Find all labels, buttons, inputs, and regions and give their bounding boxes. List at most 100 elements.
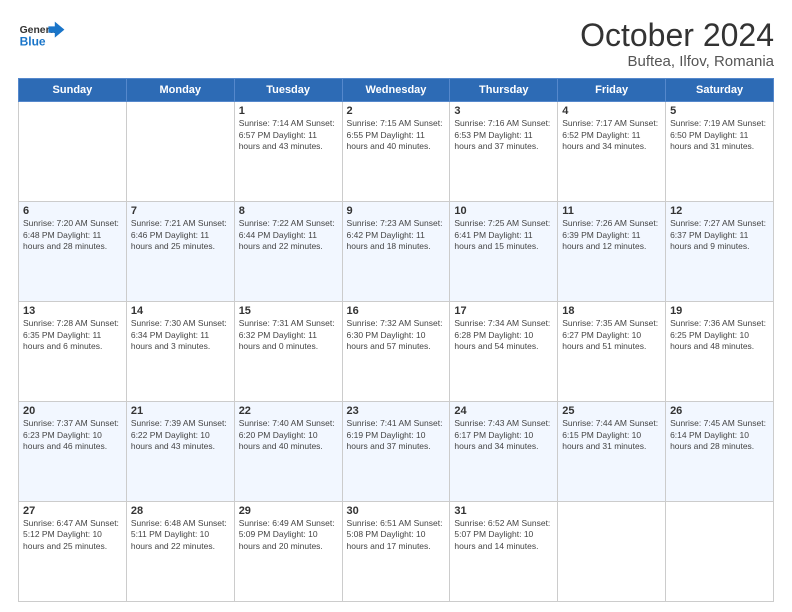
day-info: Sunrise: 7:23 AM Sunset: 6:42 PM Dayligh… [347,218,446,252]
weekday-header-row: Sunday Monday Tuesday Wednesday Thursday… [19,79,774,102]
day-info: Sunrise: 7:25 AM Sunset: 6:41 PM Dayligh… [454,218,553,252]
day-cell: 8Sunrise: 7:22 AM Sunset: 6:44 PM Daylig… [234,202,342,302]
day-number: 9 [347,205,446,217]
day-cell: 28Sunrise: 6:48 AM Sunset: 5:11 PM Dayli… [126,502,234,602]
day-cell: 13Sunrise: 7:28 AM Sunset: 6:35 PM Dayli… [19,302,127,402]
day-cell: 14Sunrise: 7:30 AM Sunset: 6:34 PM Dayli… [126,302,234,402]
day-cell: 2Sunrise: 7:15 AM Sunset: 6:55 PM Daylig… [342,102,450,202]
day-number: 6 [23,205,122,217]
week-row-4: 20Sunrise: 7:37 AM Sunset: 6:23 PM Dayli… [19,402,774,502]
day-cell: 3Sunrise: 7:16 AM Sunset: 6:53 PM Daylig… [450,102,558,202]
day-cell [126,102,234,202]
day-info: Sunrise: 7:26 AM Sunset: 6:39 PM Dayligh… [562,218,661,252]
day-info: Sunrise: 7:44 AM Sunset: 6:15 PM Dayligh… [562,418,661,452]
day-info: Sunrise: 7:34 AM Sunset: 6:28 PM Dayligh… [454,318,553,352]
page: General Blue October 2024 Buftea, Ilfov,… [0,0,792,612]
header-thursday: Thursday [450,79,558,102]
day-number: 24 [454,405,553,417]
day-number: 10 [454,205,553,217]
day-info: Sunrise: 7:36 AM Sunset: 6:25 PM Dayligh… [670,318,769,352]
day-cell: 20Sunrise: 7:37 AM Sunset: 6:23 PM Dayli… [19,402,127,502]
location: Buftea, Ilfov, Romania [580,53,774,70]
header-saturday: Saturday [666,79,774,102]
day-number: 7 [131,205,230,217]
day-info: Sunrise: 7:32 AM Sunset: 6:30 PM Dayligh… [347,318,446,352]
day-cell: 15Sunrise: 7:31 AM Sunset: 6:32 PM Dayli… [234,302,342,402]
day-info: Sunrise: 7:20 AM Sunset: 6:48 PM Dayligh… [23,218,122,252]
day-cell: 10Sunrise: 7:25 AM Sunset: 6:41 PM Dayli… [450,202,558,302]
day-cell: 19Sunrise: 7:36 AM Sunset: 6:25 PM Dayli… [666,302,774,402]
day-info: Sunrise: 7:27 AM Sunset: 6:37 PM Dayligh… [670,218,769,252]
day-cell: 16Sunrise: 7:32 AM Sunset: 6:30 PM Dayli… [342,302,450,402]
day-cell: 31Sunrise: 6:52 AM Sunset: 5:07 PM Dayli… [450,502,558,602]
day-info: Sunrise: 7:17 AM Sunset: 6:52 PM Dayligh… [562,118,661,152]
day-info: Sunrise: 7:39 AM Sunset: 6:22 PM Dayligh… [131,418,230,452]
day-info: Sunrise: 7:15 AM Sunset: 6:55 PM Dayligh… [347,118,446,152]
day-info: Sunrise: 7:21 AM Sunset: 6:46 PM Dayligh… [131,218,230,252]
day-number: 17 [454,305,553,317]
day-number: 16 [347,305,446,317]
day-cell: 5Sunrise: 7:19 AM Sunset: 6:50 PM Daylig… [666,102,774,202]
day-cell: 22Sunrise: 7:40 AM Sunset: 6:20 PM Dayli… [234,402,342,502]
day-info: Sunrise: 7:31 AM Sunset: 6:32 PM Dayligh… [239,318,338,352]
day-info: Sunrise: 7:41 AM Sunset: 6:19 PM Dayligh… [347,418,446,452]
day-number: 23 [347,405,446,417]
day-cell: 17Sunrise: 7:34 AM Sunset: 6:28 PM Dayli… [450,302,558,402]
day-number: 26 [670,405,769,417]
day-cell: 23Sunrise: 7:41 AM Sunset: 6:19 PM Dayli… [342,402,450,502]
day-number: 8 [239,205,338,217]
day-cell: 11Sunrise: 7:26 AM Sunset: 6:39 PM Dayli… [558,202,666,302]
header-sunday: Sunday [19,79,127,102]
day-cell: 18Sunrise: 7:35 AM Sunset: 6:27 PM Dayli… [558,302,666,402]
day-info: Sunrise: 7:30 AM Sunset: 6:34 PM Dayligh… [131,318,230,352]
week-row-5: 27Sunrise: 6:47 AM Sunset: 5:12 PM Dayli… [19,502,774,602]
day-cell: 21Sunrise: 7:39 AM Sunset: 6:22 PM Dayli… [126,402,234,502]
day-number: 4 [562,105,661,117]
day-info: Sunrise: 7:35 AM Sunset: 6:27 PM Dayligh… [562,318,661,352]
day-info: Sunrise: 6:51 AM Sunset: 5:08 PM Dayligh… [347,518,446,552]
day-cell [666,502,774,602]
day-info: Sunrise: 6:47 AM Sunset: 5:12 PM Dayligh… [23,518,122,552]
day-cell: 4Sunrise: 7:17 AM Sunset: 6:52 PM Daylig… [558,102,666,202]
week-row-2: 6Sunrise: 7:20 AM Sunset: 6:48 PM Daylig… [19,202,774,302]
day-info: Sunrise: 7:22 AM Sunset: 6:44 PM Dayligh… [239,218,338,252]
header-tuesday: Tuesday [234,79,342,102]
day-info: Sunrise: 7:14 AM Sunset: 6:57 PM Dayligh… [239,118,338,152]
day-cell: 29Sunrise: 6:49 AM Sunset: 5:09 PM Dayli… [234,502,342,602]
header-monday: Monday [126,79,234,102]
day-number: 14 [131,305,230,317]
day-number: 11 [562,205,661,217]
day-info: Sunrise: 7:45 AM Sunset: 6:14 PM Dayligh… [670,418,769,452]
day-number: 22 [239,405,338,417]
day-cell: 30Sunrise: 6:51 AM Sunset: 5:08 PM Dayli… [342,502,450,602]
day-number: 13 [23,305,122,317]
day-info: Sunrise: 6:49 AM Sunset: 5:09 PM Dayligh… [239,518,338,552]
day-number: 31 [454,505,553,517]
day-cell: 12Sunrise: 7:27 AM Sunset: 6:37 PM Dayli… [666,202,774,302]
month-title: October 2024 [580,18,774,53]
day-number: 19 [670,305,769,317]
day-cell: 24Sunrise: 7:43 AM Sunset: 6:17 PM Dayli… [450,402,558,502]
day-info: Sunrise: 7:37 AM Sunset: 6:23 PM Dayligh… [23,418,122,452]
header-friday: Friday [558,79,666,102]
week-row-3: 13Sunrise: 7:28 AM Sunset: 6:35 PM Dayli… [19,302,774,402]
day-number: 28 [131,505,230,517]
day-info: Sunrise: 7:40 AM Sunset: 6:20 PM Dayligh… [239,418,338,452]
day-number: 12 [670,205,769,217]
day-cell: 6Sunrise: 7:20 AM Sunset: 6:48 PM Daylig… [19,202,127,302]
day-info: Sunrise: 6:52 AM Sunset: 5:07 PM Dayligh… [454,518,553,552]
day-number: 3 [454,105,553,117]
svg-text:Blue: Blue [20,35,46,49]
header: General Blue October 2024 Buftea, Ilfov,… [18,18,774,70]
calendar: Sunday Monday Tuesday Wednesday Thursday… [18,78,774,602]
day-cell: 25Sunrise: 7:44 AM Sunset: 6:15 PM Dayli… [558,402,666,502]
day-info: Sunrise: 7:28 AM Sunset: 6:35 PM Dayligh… [23,318,122,352]
day-number: 25 [562,405,661,417]
day-number: 18 [562,305,661,317]
day-info: Sunrise: 6:48 AM Sunset: 5:11 PM Dayligh… [131,518,230,552]
title-block: October 2024 Buftea, Ilfov, Romania [580,18,774,70]
day-cell: 7Sunrise: 7:21 AM Sunset: 6:46 PM Daylig… [126,202,234,302]
day-number: 15 [239,305,338,317]
day-number: 1 [239,105,338,117]
day-number: 5 [670,105,769,117]
